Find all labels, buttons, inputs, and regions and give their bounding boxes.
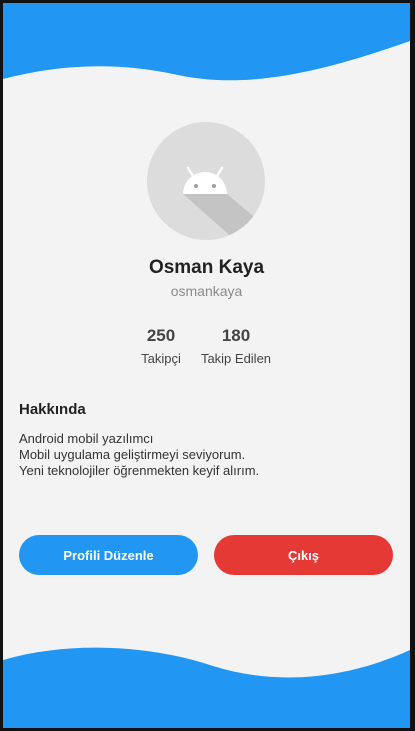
logout-button[interactable]: Çıkış xyxy=(214,535,393,575)
following-count: 180 xyxy=(221,326,251,345)
about-heading: Hakkında xyxy=(19,401,86,418)
following-stat[interactable]: 180 Takip Edilen xyxy=(195,325,277,368)
followers-count: 250 xyxy=(146,326,176,345)
android-icon xyxy=(183,166,265,240)
about-text: Android mobil yazılımcı Mobil uygulama g… xyxy=(19,431,259,479)
profile-username: osmankaya xyxy=(170,283,243,299)
followers-stat[interactable]: 250 Takipçi xyxy=(131,325,191,368)
bottom-wave-decoration xyxy=(3,647,410,728)
top-wave-decoration xyxy=(3,3,410,81)
following-label: Takip Edilen xyxy=(200,351,272,366)
profile-name: Osman Kaya xyxy=(148,257,265,278)
profile-avatar xyxy=(147,122,265,240)
about-line: Android mobil yazılımcı xyxy=(19,431,154,446)
about-line: Yeni teknolojiler öğrenmekten keyif alır… xyxy=(19,463,260,478)
about-line: Mobil uygulama geliştirmeyi seviyorum. xyxy=(19,447,246,462)
edit-profile-button[interactable]: Profili Düzenle xyxy=(19,535,198,575)
followers-label: Takipçi xyxy=(141,351,181,366)
profile-screen: Osman Kaya osmankaya 250 Takipçi 180 Tak… xyxy=(3,3,410,728)
